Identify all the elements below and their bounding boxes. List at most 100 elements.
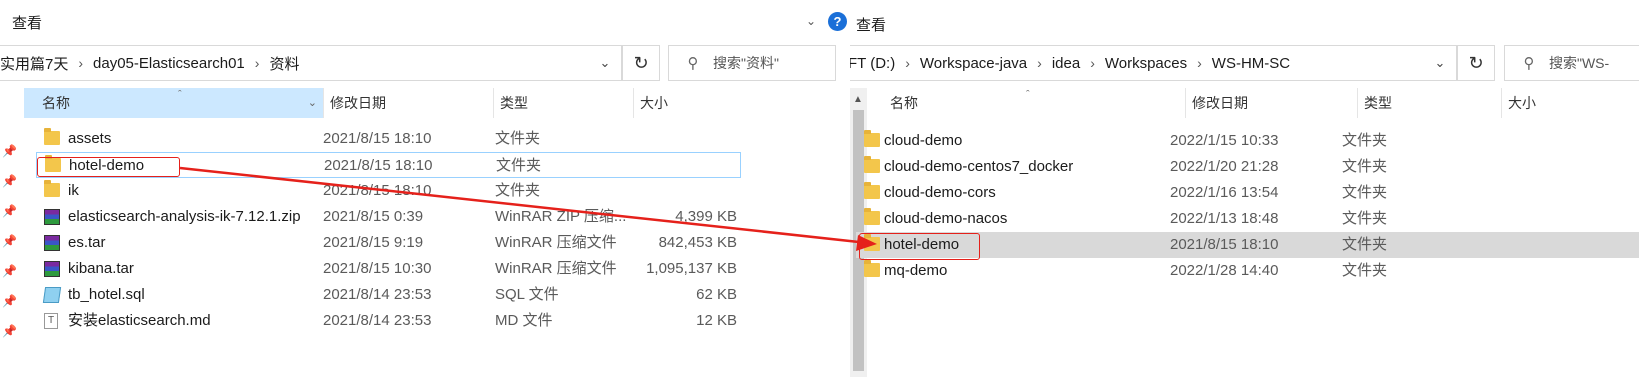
folder-icon [45,155,61,172]
breadcrumb-item[interactable]: 实用篇7天 [0,53,73,74]
pin-icon[interactable]: 📌 [2,144,17,158]
file-date: 2022/1/15 10:33 [1170,132,1279,149]
file-date: 2022/1/16 13:54 [1170,184,1279,201]
breadcrumb-item[interactable]: Workspaces [1100,55,1192,72]
address-dropdown-icon[interactable]: ⌄ [1423,45,1457,81]
chevron-down-icon[interactable]: ⌄ [308,88,317,118]
pin-icon[interactable]: 📌 [2,324,17,338]
file-date: 2021/8/15 18:10 [323,182,432,199]
column-header-type[interactable]: 类型 [494,88,634,118]
file-date: 2022/1/28 14:40 [1170,262,1279,279]
search-input[interactable]: ⚲ 搜索"资料" [668,45,836,81]
file-row[interactable]: kibana.tar 2021/8/15 10:30 WinRAR 压缩文件 1,09… [36,256,741,282]
file-row[interactable]: mq-demo 2022/1/28 14:40 文件夹 [856,258,1639,284]
file-row[interactable]: cloud-demo-cors 2022/1/16 13:54 文件夹 [856,180,1639,206]
search-icon: ⚲ [1523,55,1535,72]
column-header-date[interactable]: 修改日期 [324,88,494,118]
refresh-icon[interactable]: ↻ [622,45,660,81]
file-type: 文件夹 [1342,236,1388,253]
file-type: WinRAR 压缩文件 [495,234,617,251]
column-header-size[interactable]: 大小 [1502,88,1622,118]
file-date: 2021/8/15 18:10 [1170,236,1279,253]
file-row[interactable]: cloud-demo-nacos 2022/1/13 18:48 文件夹 [856,206,1639,232]
file-name: hotel-demo [69,157,145,174]
search-icon: ⚲ [687,55,699,72]
breadcrumb-item[interactable]: day05-Elasticsearch01 [88,55,250,72]
chevron-right-icon[interactable]: › [900,55,915,71]
file-type: 文件夹 [1342,132,1388,149]
address-dropdown-icon[interactable]: ⌄ [588,45,622,81]
chevron-right-icon[interactable]: › [250,55,265,71]
sort-asc-icon: ˆ [178,89,182,101]
column-header-label: 大小 [1508,95,1536,111]
pin-icon[interactable]: 📌 [2,204,17,218]
scroll-up-icon[interactable]: ▲ [853,94,863,105]
rar-icon [44,261,60,277]
file-size: 4,399 KB [675,208,737,225]
file-row[interactable]: tb_hotel.sql 2021/8/14 23:53 SQL 文件 62 KB [36,282,741,308]
breadcrumb-item[interactable]: Workspace-java [915,55,1032,72]
address-row: 实用篇7天 › day05-Elasticsearch01 › 资料 ⌄ ↻ ⚲… [0,42,850,82]
file-row[interactable]: ik 2021/8/15 18:10 文件夹 [36,178,741,204]
file-name: hotel-demo [884,236,960,253]
chevron-right-icon[interactable]: › [1192,55,1207,71]
file-date: 2022/1/20 21:28 [1170,158,1279,175]
column-header-name[interactable]: 名称 ˆ ⌄ [24,88,324,118]
file-row[interactable]: hotel-demo 2021/8/15 18:10 文件夹 [36,152,741,178]
pin-icon[interactable]: 📌 [2,234,17,248]
quick-access-strip: 📌 📌 📌 📌 📌 📌 📌 [0,84,22,377]
chevron-right-icon[interactable]: › [73,55,88,71]
address-bar[interactable]: FT (D:) › Workspace-java › idea › Worksp… [850,45,1457,81]
file-name: es.tar [68,234,106,251]
file-type: WinRAR 压缩文件 [495,260,617,277]
file-size: 62 KB [696,286,737,303]
column-header-date[interactable]: 修改日期 [1186,88,1358,118]
right-explorer-window: 查看 FT (D:) › Workspace-java › idea › Wor… [850,0,1639,377]
file-name: ik [68,182,79,199]
breadcrumb-item[interactable]: FT (D:) [850,55,900,72]
sql-icon [42,287,62,303]
column-header-name[interactable]: 名称 ˆ [874,88,1186,118]
refresh-icon[interactable]: ↻ [1457,45,1495,81]
file-row[interactable]: hotel-demo 2021/8/15 18:10 文件夹 [856,232,1639,258]
breadcrumb-item[interactable]: WS-HM-SC [1207,55,1295,72]
column-header-label: 名称 [890,95,918,111]
ribbon: 查看 ⌄ ? [0,0,850,40]
pin-icon[interactable]: 📌 [2,174,17,188]
breadcrumb-item[interactable]: idea [1047,55,1085,72]
file-date: 2021/8/15 9:19 [323,234,424,251]
view-tab[interactable]: 查看 [856,14,886,35]
column-header-row: 名称 ˆ 修改日期 类型 大小 [874,88,1639,118]
folder-icon [864,234,880,251]
view-tab[interactable]: 查看 [12,12,42,33]
file-row[interactable]: T 安装elasticsearch.md 2021/8/14 23:53 MD 文件 1… [36,308,741,334]
file-row[interactable]: es.tar 2021/8/15 9:19 WinRAR 压缩文件 842,453 K… [36,230,741,256]
pin-icon[interactable]: 📌 [2,264,17,278]
column-header-label: 类型 [1364,95,1392,111]
folder-icon [864,130,880,147]
file-type: 文件夹 [1342,210,1388,227]
pin-icon[interactable]: 📌 [2,294,17,308]
address-bar[interactable]: 实用篇7天 › day05-Elasticsearch01 › 资料 [0,45,622,81]
file-date: 2021/8/15 18:10 [323,130,432,147]
file-row[interactable]: elasticsearch-analysis-ik-7.12.1.zip 2021… [36,204,741,230]
chevron-down-icon[interactable]: ⌄ [806,14,816,28]
search-input[interactable]: ⚲ 搜索"WS- [1504,45,1639,81]
file-row[interactable]: assets 2021/8/15 18:10 文件夹 [36,126,741,152]
breadcrumb-item[interactable]: 资料 [264,53,304,74]
file-row[interactable]: cloud-demo-centos7_docker 2022/1/20 21:28… [856,154,1639,180]
rar-icon [44,235,60,251]
file-name: 安装elasticsearch.md [68,312,211,329]
column-header-type[interactable]: 类型 [1358,88,1502,118]
column-header-size[interactable]: 大小 [634,88,774,118]
file-name: mq-demo [884,262,948,279]
chevron-right-icon[interactable]: › [1085,55,1100,71]
file-name: cloud-demo-nacos [884,210,1008,227]
file-date: 2021/8/15 10:30 [323,260,432,277]
chevron-right-icon[interactable]: › [1032,55,1047,71]
file-row[interactable]: cloud-demo 2022/1/15 10:33 文件夹 [856,128,1639,154]
file-type: 文件夹 [1342,158,1388,175]
file-name: tb_hotel.sql [68,286,145,303]
help-icon[interactable]: ? [828,12,847,31]
column-header-label: 修改日期 [330,95,386,111]
